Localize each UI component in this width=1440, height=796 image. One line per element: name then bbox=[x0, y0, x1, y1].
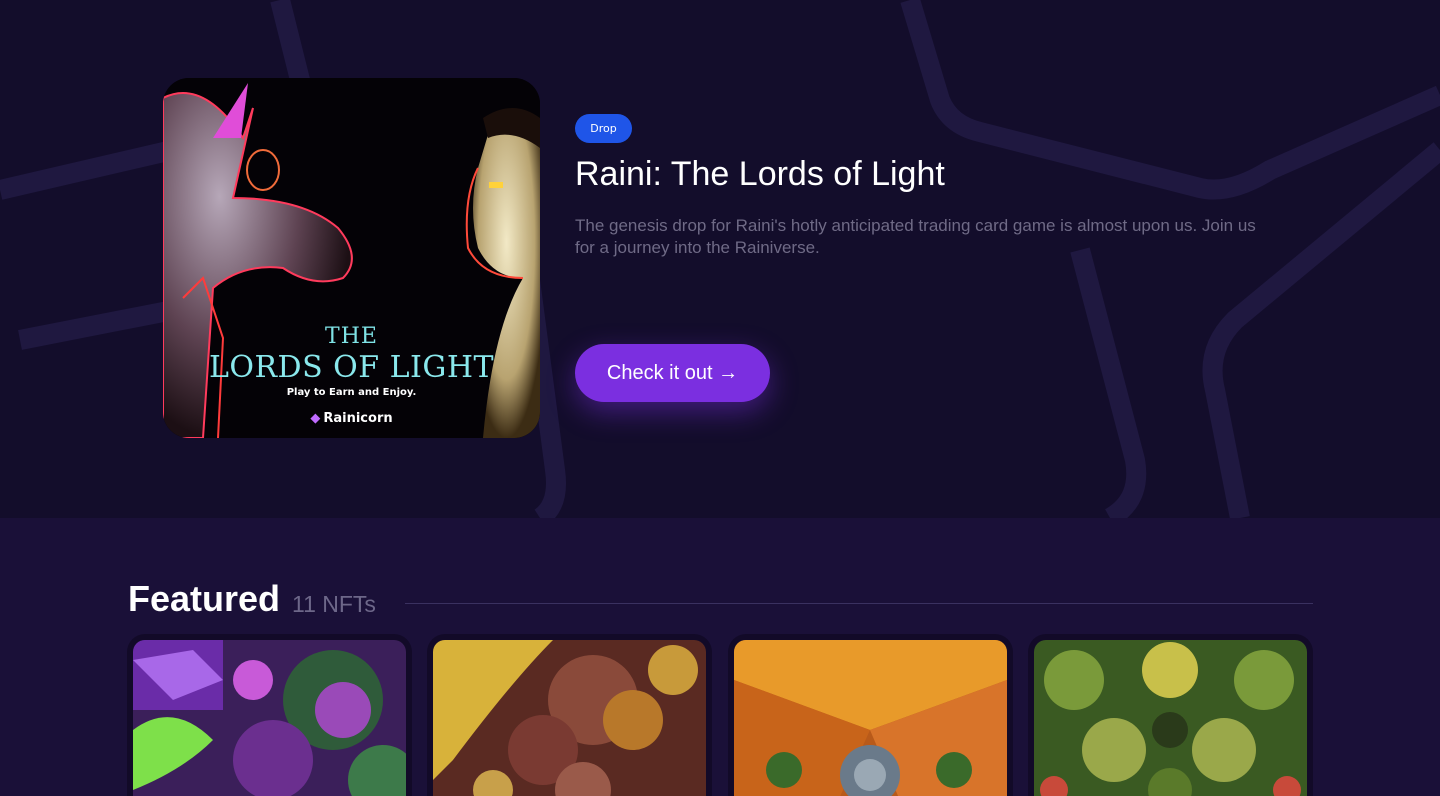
hero-title: Raini: The Lords of Light bbox=[575, 155, 945, 193]
nft-card[interactable] bbox=[1028, 634, 1313, 796]
nft-image bbox=[433, 640, 706, 796]
check-it-out-button[interactable]: Check it out → bbox=[575, 344, 770, 402]
hero-description: The genesis drop for Raini's hotly antic… bbox=[575, 216, 1256, 257]
artwork-title-the: THE bbox=[325, 324, 378, 349]
featured-header: Featured 11 NFTs bbox=[128, 578, 1313, 622]
hero-artwork[interactable]: THE LORDS OF LIGHT Play to Earn and Enjo… bbox=[163, 78, 540, 438]
artwork-tagline: Play to Earn and Enjoy. bbox=[286, 387, 417, 398]
nft-card[interactable] bbox=[728, 634, 1013, 796]
drop-badge: Drop bbox=[575, 114, 632, 143]
hero-section: THE LORDS OF LIGHT Play to Earn and Enjo… bbox=[0, 0, 1440, 518]
nft-card[interactable] bbox=[427, 634, 712, 796]
nft-image bbox=[734, 640, 1007, 796]
nft-image bbox=[133, 640, 406, 796]
unicorn-icon: ◆ bbox=[310, 411, 321, 426]
featured-count: 11 NFTs bbox=[292, 591, 376, 617]
artwork-brand: ◆ Rainicorn bbox=[163, 411, 540, 426]
featured-divider bbox=[405, 603, 1313, 604]
nft-image bbox=[1034, 640, 1307, 796]
artwork-brand-label: Rainicorn bbox=[323, 411, 393, 426]
artwork-title-lords: LORDS OF LIGHT bbox=[208, 350, 495, 385]
featured-title: Featured bbox=[128, 578, 281, 619]
nft-card[interactable] bbox=[127, 634, 412, 796]
